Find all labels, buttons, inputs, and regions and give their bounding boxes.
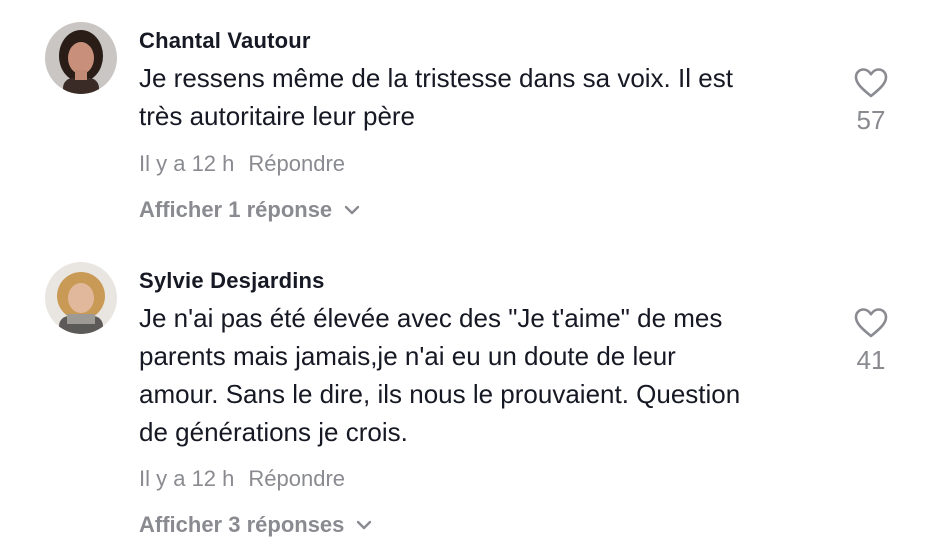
- view-replies-button[interactable]: Afficher 3 réponses: [139, 512, 372, 538]
- view-replies-button[interactable]: Afficher 1 réponse: [139, 197, 360, 223]
- comment-line: très autoritaire leur père: [139, 101, 416, 131]
- heart-outline-icon: [854, 68, 888, 98]
- reply-button[interactable]: Répondre: [248, 466, 345, 491]
- comment-line: parents mais jamais,je n'ai eu un doute …: [139, 341, 676, 371]
- timestamp: Il y a 12 h: [139, 151, 235, 176]
- author-name[interactable]: Sylvie Desjardins: [139, 268, 325, 294]
- comment-line: amour. Sans le dire, ils nous le prouvai…: [139, 379, 741, 409]
- comment-meta: Il y a 12 h Répondre: [139, 151, 345, 177]
- chevron-down-icon: [344, 205, 360, 215]
- like-count: 41: [856, 345, 886, 375]
- comment-line: de générations je crois.: [139, 417, 408, 447]
- heart-outline-icon: [854, 308, 888, 338]
- author-name[interactable]: Chantal Vautour: [139, 28, 311, 54]
- like-button[interactable]: 57: [848, 67, 894, 136]
- avatar[interactable]: [45, 262, 117, 334]
- timestamp: Il y a 12 h: [139, 466, 235, 491]
- comment-text: Je ressens même de la tristesse dans sa …: [139, 59, 829, 135]
- view-replies-label: Afficher 3 réponses: [139, 512, 345, 537]
- chevron-down-icon: [357, 520, 372, 530]
- comment-line: Je n'ai pas été élevée avec des "Je t'ai…: [139, 303, 723, 333]
- comment-meta: Il y a 12 h Répondre: [139, 466, 345, 492]
- like-button[interactable]: 41: [848, 307, 894, 376]
- view-replies-label: Afficher 1 réponse: [139, 197, 333, 222]
- comment-line: Je ressens même de la tristesse dans sa …: [139, 63, 733, 93]
- reply-button[interactable]: Répondre: [248, 151, 345, 176]
- avatar[interactable]: [45, 22, 117, 94]
- like-count: 57: [856, 105, 886, 135]
- comment-text: Je n'ai pas été élevée avec des "Je t'ai…: [139, 299, 829, 451]
